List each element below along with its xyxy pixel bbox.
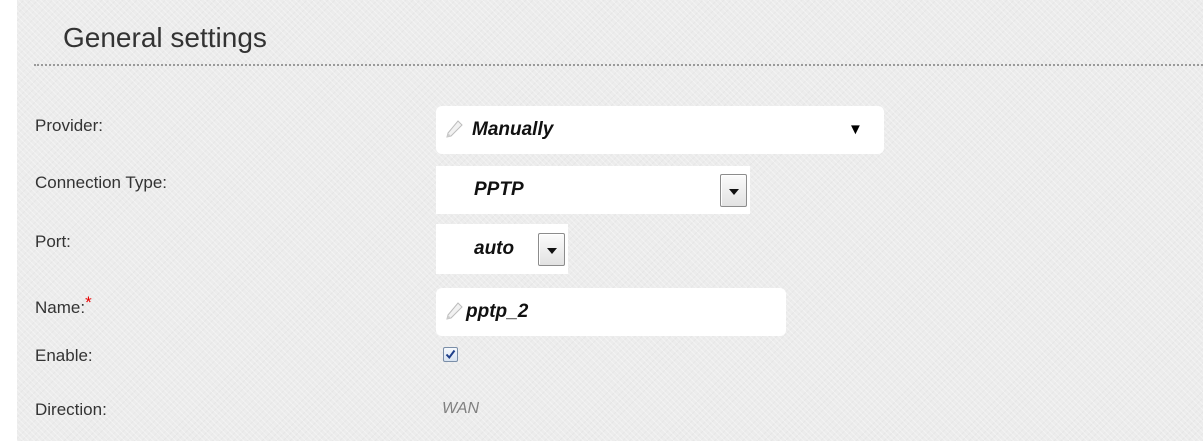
port-select[interactable]: auto: [436, 224, 568, 274]
provider-select[interactable]: Manually ▼: [436, 106, 884, 154]
direction-label: Direction:: [35, 400, 107, 419]
port-label: Port:: [35, 232, 71, 251]
section-divider: [34, 64, 1203, 66]
name-label: Name:*: [35, 293, 92, 319]
pencil-icon: [446, 120, 463, 138]
port-value: auto: [474, 238, 515, 259]
section-title: General settings: [63, 22, 267, 53]
name-label-text: Name:: [35, 298, 86, 317]
name-value: pptp_2: [466, 301, 529, 322]
connection-type-value: PPTP: [474, 179, 524, 200]
chevron-down-icon: [729, 189, 739, 195]
enable-checkbox[interactable]: [443, 347, 458, 362]
chevron-down-icon: [547, 248, 557, 254]
provider-label: Provider:: [35, 116, 104, 135]
port-dropdown-button[interactable]: [538, 233, 565, 266]
connection-type-label: Connection Type:: [35, 173, 167, 192]
pencil-icon: [446, 302, 463, 320]
provider-value: Manually: [472, 119, 554, 140]
enable-label: Enable:: [35, 346, 93, 365]
triangle-down-icon: ▼: [848, 121, 863, 138]
direction-value: WAN: [442, 400, 480, 417]
connection-type-select[interactable]: PPTP: [436, 166, 750, 214]
connection-type-dropdown-button[interactable]: [720, 174, 747, 207]
required-star: *: [85, 293, 92, 312]
checkmark-icon: [445, 349, 456, 360]
settings-panel: [17, 0, 1203, 441]
name-input[interactable]: pptp_2: [436, 288, 786, 336]
